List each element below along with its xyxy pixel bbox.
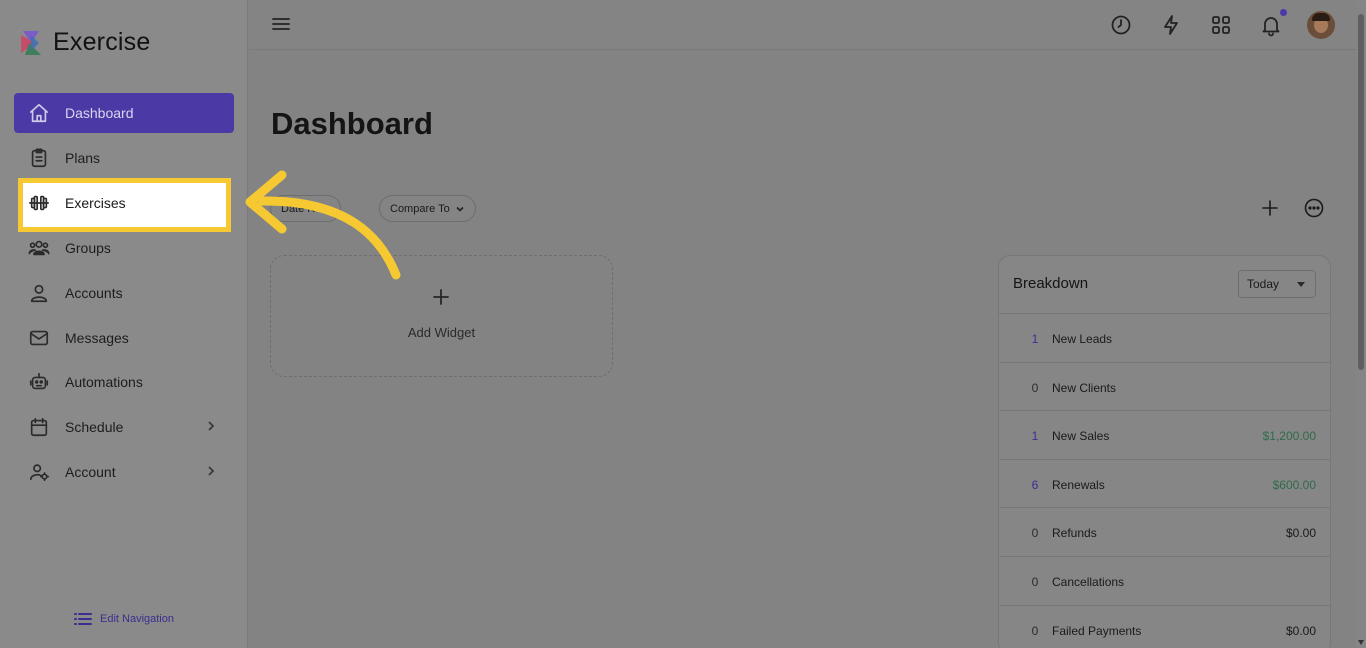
edit-navigation-button[interactable]: Edit Navigation (74, 611, 174, 627)
notification-dot (1280, 9, 1287, 16)
sidebar-item-groups[interactable]: Groups (14, 228, 234, 268)
list-icon (74, 613, 92, 625)
row-name: Cancellations (1052, 574, 1125, 589)
period-select[interactable]: Today (1238, 270, 1316, 298)
plus-icon (431, 287, 451, 307)
brand-name: Exercise (53, 28, 151, 56)
add-icon[interactable] (1259, 197, 1281, 219)
date-range-filter[interactable]: Date R (270, 195, 342, 222)
compare-to-filter[interactable]: Compare To (379, 195, 476, 222)
chevron-down-icon (456, 206, 464, 212)
sidebar-item-label: Groups (65, 240, 111, 256)
scroll-down-arrow-icon[interactable] (1358, 640, 1364, 645)
row-count: 0 (1031, 380, 1039, 395)
sidebar-item-label: Messages (65, 330, 129, 346)
sidebar-item-schedule[interactable]: Schedule (14, 407, 234, 447)
sidebar-item-label: Schedule (65, 419, 124, 435)
row-name: New Leads (1052, 332, 1113, 346)
sidebar-item-automations[interactable]: Automations (14, 362, 234, 402)
table-row[interactable]: 1 New Leads (999, 313, 1330, 362)
breakdown-card: Breakdown Today 1 New Leads 0 New Client… (998, 255, 1331, 648)
hamburger-menu-icon[interactable] (271, 14, 291, 34)
row-count: 0 (1031, 526, 1039, 541)
table-row[interactable]: 6 Renewals $600.00 (999, 458, 1330, 508)
page-scrollbar[interactable] (1356, 0, 1366, 648)
table-row[interactable]: 0 Failed Payments $0.00 (999, 604, 1330, 648)
calendar-icon (27, 415, 51, 439)
dumbbell-icon (27, 191, 51, 215)
brand-logo-icon (21, 30, 41, 55)
period-select-value: Today (1247, 277, 1280, 291)
row-name: Refunds (1052, 526, 1097, 541)
page-title: Dashboard (271, 106, 433, 141)
table-row[interactable]: 1 New Sales $1,200.00 (999, 410, 1330, 459)
breakdown-rows: 1 New Leads 0 New Clients 1 New Sales $1… (999, 313, 1330, 648)
clipboard-icon (27, 146, 51, 170)
table-row[interactable]: 0 Refunds $0.00 (999, 507, 1330, 556)
table-row[interactable]: 0 Cancellations (999, 555, 1330, 605)
row-count: 0 (1031, 574, 1039, 589)
mail-icon (27, 326, 51, 350)
sidebar-item-account[interactable]: Account (14, 452, 234, 492)
sidebar-item-dashboard[interactable]: Dashboard (14, 93, 234, 133)
row-name: New Clients (1052, 380, 1117, 395)
row-name: Renewals (1052, 477, 1105, 492)
sidebar: Exercise Dashboard Plans Exercises Group… (0, 0, 248, 648)
user-gear-icon (27, 460, 51, 484)
breakdown-title: Breakdown (1013, 275, 1089, 292)
sidebar-item-label: Account (65, 464, 116, 480)
apps-grid-icon[interactable] (1209, 13, 1233, 37)
scrollbar-thumb[interactable] (1358, 14, 1364, 370)
row-name: Failed Payments (1052, 623, 1142, 638)
row-count: 0 (1031, 623, 1039, 638)
avatar[interactable] (1307, 11, 1335, 39)
row-amount: $600.00 (1272, 477, 1316, 492)
history-clock-icon[interactable] (1109, 13, 1133, 37)
sidebar-item-messages[interactable]: Messages (14, 318, 234, 358)
home-icon (27, 101, 51, 125)
chevron-down-icon (321, 206, 329, 212)
bell-icon[interactable] (1259, 13, 1283, 37)
add-widget-label: Add Widget (407, 325, 476, 340)
brand[interactable]: Exercise (17, 28, 150, 57)
caret-down-icon (1297, 282, 1305, 287)
row-amount: $0.00 (1285, 526, 1316, 541)
add-widget-button[interactable]: Add Widget (270, 255, 613, 377)
sidebar-item-label: Dashboard (65, 105, 134, 121)
lightning-icon[interactable] (1159, 13, 1183, 37)
sidebar-item-exercises[interactable]: Exercises (14, 183, 234, 223)
sidebar-item-accounts[interactable]: Accounts (14, 273, 234, 313)
row-name: New Sales (1052, 429, 1110, 444)
row-count: 1 (1031, 429, 1039, 444)
edit-navigation-label: Edit Navigation (100, 613, 174, 625)
sidebar-item-label: Plans (65, 150, 101, 166)
chevron-right-icon (204, 419, 218, 433)
sidebar-item-plans[interactable]: Plans (14, 138, 234, 178)
row-amount: $1,200.00 (1262, 429, 1316, 444)
row-count: 6 (1031, 477, 1039, 492)
row-count: 1 (1031, 332, 1039, 346)
users-icon (27, 236, 51, 260)
robot-icon (27, 370, 51, 394)
row-amount: $0.00 (1285, 623, 1316, 638)
user-icon (27, 281, 51, 305)
table-row[interactable]: 0 New Clients (999, 361, 1330, 411)
topbar (249, 0, 1356, 50)
sidebar-item-label: Accounts (65, 285, 123, 301)
compare-to-label: Compare To (390, 202, 450, 215)
more-options-icon[interactable] (1303, 197, 1325, 219)
chevron-right-icon (204, 464, 218, 478)
sidebar-item-label: Automations (65, 374, 143, 390)
date-range-label: Date R (281, 202, 316, 215)
sidebar-item-label: Exercises (65, 195, 126, 211)
